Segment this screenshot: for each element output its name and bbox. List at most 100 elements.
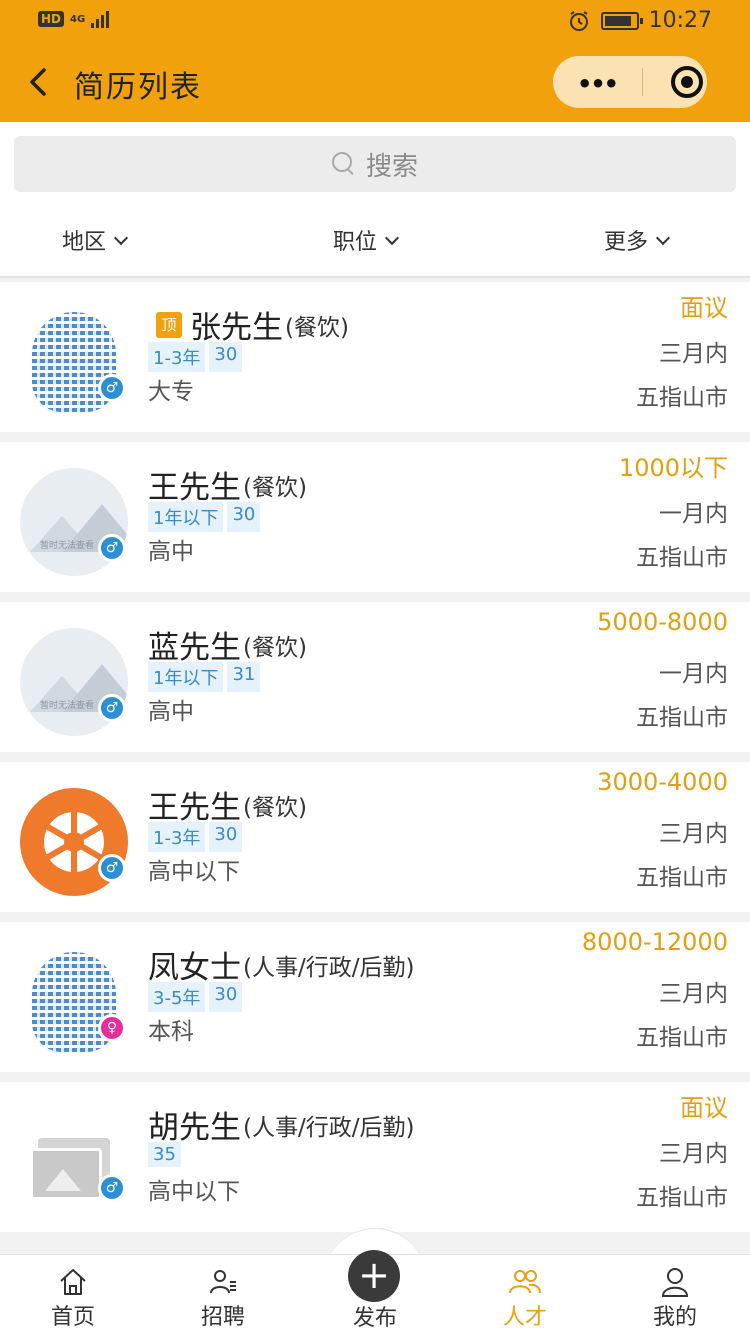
education: 高中	[148, 539, 194, 565]
candidate-name: 凤女士	[148, 950, 241, 986]
city: 五指山市	[636, 1185, 728, 1211]
candidate-name: 王先生	[148, 470, 241, 506]
city: 五指山市	[636, 1025, 728, 1051]
salary: 1000以下	[618, 454, 728, 482]
status-bar: HD 4G 10:27	[0, 0, 750, 42]
update-time: 一月内	[659, 661, 728, 687]
age-tag: 30	[227, 502, 261, 532]
salary: 8000-12000	[581, 928, 728, 956]
female-icon: ♀	[98, 1014, 126, 1042]
alarm-icon	[569, 10, 588, 31]
target-icon[interactable]	[671, 66, 703, 98]
search-input[interactable]: 搜索	[14, 136, 736, 192]
experience-tag: 1年以下	[148, 662, 224, 692]
tab-label: 首页	[50, 1305, 95, 1330]
publish-plus-icon[interactable]: +	[348, 1250, 400, 1302]
tag-list: 1年以下 30	[148, 502, 261, 532]
tag-list: 1-3年 30	[148, 342, 243, 372]
resume-card[interactable]: 暂时无法查看 ♂ 蓝先生 (餐饮) 1年以下 31 高中 5000-8000 一…	[0, 602, 750, 752]
experience-tag: 3-5年	[148, 982, 206, 1012]
education: 高中	[148, 699, 194, 725]
name-row: 王先生 (餐饮)	[148, 462, 307, 507]
tab-home[interactable]: 首页	[18, 1265, 128, 1331]
tag-list: 3-5年 30	[148, 982, 243, 1012]
name-row: 凤女士 (人事/行政/后勤)	[148, 942, 414, 987]
education: 大专	[148, 379, 194, 405]
city: 五指山市	[636, 705, 728, 731]
city: 五指山市	[636, 865, 728, 891]
tab-label: 人才	[502, 1305, 547, 1330]
avatar-caption: 暂时无法查看	[40, 701, 95, 711]
age-tag: 30	[209, 342, 243, 372]
tab-mine[interactable]: 我的	[620, 1265, 730, 1331]
name-row: 胡先生 (人事/行政/后勤)	[148, 1102, 414, 1147]
tag-list: 1年以下 31	[148, 662, 261, 692]
candidate-position: (餐饮)	[243, 794, 307, 821]
update-time: 三月内	[659, 821, 728, 847]
tab-recruit[interactable]: 招聘	[168, 1265, 278, 1331]
avatar-caption: 暂时无法查看	[40, 541, 95, 551]
chevron-left-icon[interactable]	[22, 64, 58, 100]
education: 本科	[148, 1019, 194, 1045]
male-icon: ♂	[98, 1174, 126, 1202]
education: 高中以下	[148, 1179, 240, 1205]
filter-bar: 地区 职位 更多	[0, 202, 750, 278]
status-time: 10:27	[648, 8, 712, 33]
chevron-down-icon	[384, 230, 400, 246]
mini-program-capsule: •••	[553, 56, 707, 108]
chevron-down-icon	[113, 230, 129, 246]
candidate-position: (餐饮)	[243, 474, 307, 501]
filter-position[interactable]: 职位	[333, 224, 400, 256]
resume-card[interactable]: ♀ 凤女士 (人事/行政/后勤) 3-5年 30 本科 8000-12000 三…	[0, 922, 750, 1072]
status-right: 10:27	[567, 8, 712, 33]
tab-label: 我的	[652, 1305, 697, 1330]
resume-card[interactable]: ♂ 胡先生 (人事/行政/后勤) 35 高中以下 面议 三月内 五指山市	[0, 1082, 750, 1232]
more-dots-icon[interactable]: •••	[577, 70, 619, 98]
search-placeholder: 搜索	[365, 151, 418, 182]
experience-tag: 1-3年	[148, 822, 206, 852]
tab-publish[interactable]: 发布	[324, 1300, 426, 1332]
home-icon	[18, 1265, 128, 1299]
salary: 3000-4000	[597, 768, 728, 796]
update-time: 一月内	[659, 501, 728, 527]
resume-card[interactable]: ♂ 王先生 (餐饮) 1-3年 30 高中以下 3000-4000 三月内 五指…	[0, 762, 750, 912]
resume-card[interactable]: ♂ 顶 张先生 (餐饮) 1-3年 30 大专 面议 三月内 五指山市	[0, 282, 750, 432]
update-time: 三月内	[659, 981, 728, 1007]
wheel-hub	[64, 832, 84, 852]
capsule-divider	[642, 68, 643, 96]
filter-label: 职位	[333, 230, 378, 255]
name-row: 王先生 (餐饮)	[148, 782, 307, 827]
network-label: 4G	[70, 13, 86, 25]
battery-icon	[600, 11, 643, 30]
male-icon: ♂	[98, 534, 126, 562]
age-tag: 35	[148, 1142, 181, 1167]
name-row: 蓝先生 (餐饮)	[148, 622, 307, 667]
salary: 5000-8000	[597, 608, 728, 636]
education: 高中以下	[148, 859, 240, 885]
candidate-name: 张先生	[190, 310, 283, 346]
city: 五指山市	[636, 545, 728, 571]
update-time: 三月内	[659, 341, 728, 367]
top-badge: 顶	[156, 311, 182, 338]
tab-label: 招聘	[200, 1305, 245, 1330]
age-tag: 30	[209, 982, 243, 1012]
hd-icon: HD	[38, 11, 65, 27]
salary: 面议	[680, 294, 728, 322]
signal-icon	[91, 10, 110, 28]
name-row: 顶 张先生 (餐饮)	[148, 302, 349, 347]
filter-region[interactable]: 地区	[62, 224, 129, 256]
tab-talent[interactable]: 人才	[470, 1265, 580, 1331]
male-icon: ♂	[98, 854, 126, 882]
resume-card[interactable]: 暂时无法查看 ♂ 王先生 (餐饮) 1年以下 30 高中 1000以下 一月内 …	[0, 442, 750, 592]
filter-more[interactable]: 更多	[604, 224, 671, 256]
experience-tag: 1年以下	[148, 502, 224, 532]
city: 五指山市	[636, 385, 728, 411]
filter-label: 更多	[604, 230, 649, 255]
page-title: 简历列表	[74, 70, 202, 105]
age-tag: 31	[227, 662, 261, 692]
candidate-name: 胡先生	[148, 1110, 241, 1146]
nav-bar: 简历列表 •••	[0, 42, 750, 122]
candidate-position: (人事/行政/后勤)	[243, 954, 415, 981]
talent-icon	[470, 1265, 580, 1299]
search-icon	[331, 152, 356, 176]
